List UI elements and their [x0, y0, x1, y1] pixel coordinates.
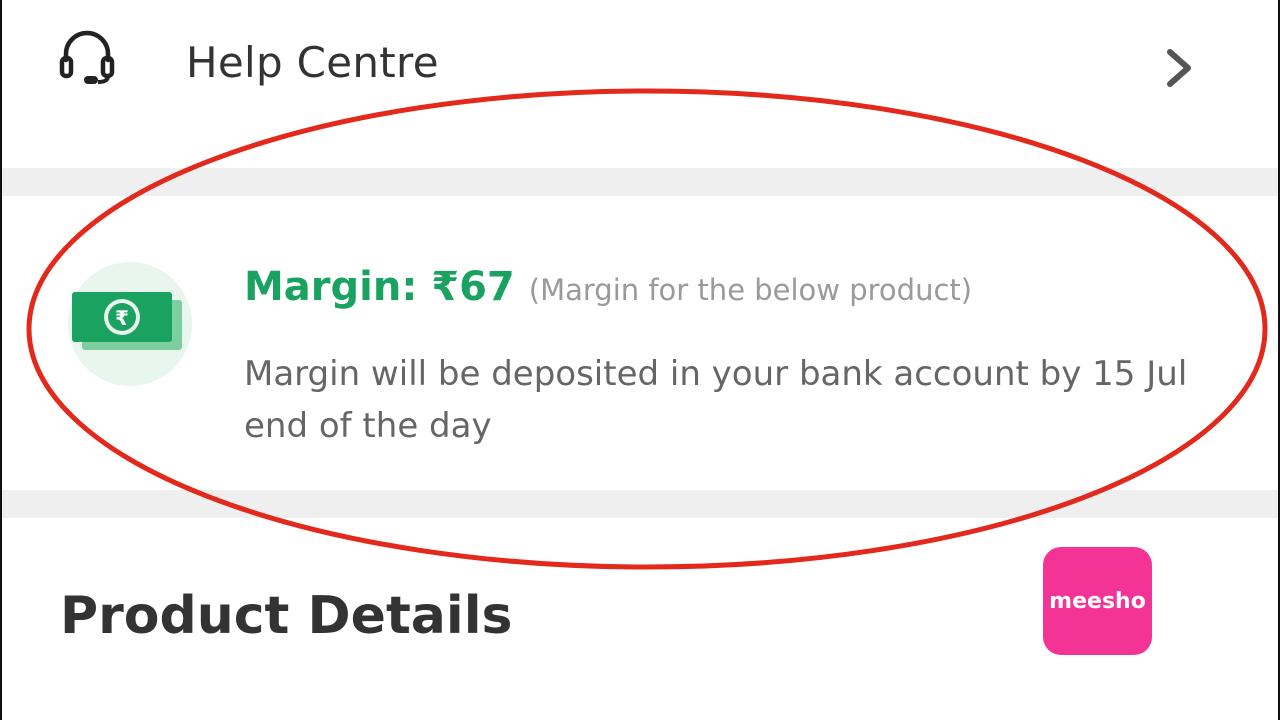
margin-amount: Margin: ₹67 — [244, 264, 515, 310]
rupee-cash-icon: ₹ — [68, 262, 192, 386]
headset-icon — [59, 30, 115, 84]
margin-subtitle: (Margin for the below product) — [528, 273, 973, 307]
help-centre-row[interactable]: Help Centre — [2, 0, 1278, 168]
chevron-right-icon[interactable] — [1162, 48, 1196, 88]
help-centre-label: Help Centre — [186, 38, 439, 87]
meesho-logo: meesho — [1043, 547, 1152, 655]
meesho-logo-text: meesho — [1049, 588, 1146, 614]
margin-info-card: ₹ Margin: ₹67 (Margin for the below produ… — [2, 196, 1278, 490]
section-divider — [2, 168, 1278, 196]
product-details-title: Product Details — [60, 586, 513, 646]
svg-text:₹: ₹ — [115, 306, 129, 330]
margin-description: Margin will be deposited in your bank ac… — [244, 354, 1188, 446]
product-details-section: Product Details meesho — [2, 518, 1278, 720]
section-divider — [2, 490, 1278, 518]
margin-heading-line: Margin: ₹67 (Margin for the below product… — [244, 264, 972, 310]
